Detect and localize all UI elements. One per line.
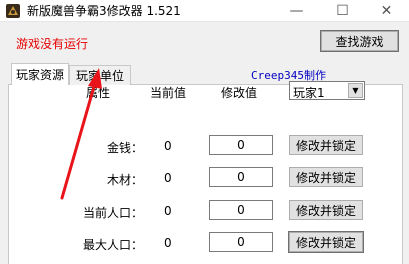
tab-player-units[interactable]: 玩家单位 [69,65,131,85]
minimize-icon: — [289,3,304,19]
current-gold: 0 [164,139,172,153]
label-gold: 金钱： [106,141,143,155]
window-title: 新版魔兽争霸3修改器 1.521 [27,4,181,18]
lock-max-population-button[interactable]: 修改并锁定 [289,232,363,252]
label-max-population: 最大人口： [82,238,143,252]
player-select[interactable]: 玩家1 ▼ [289,81,365,100]
current-population-input[interactable]: 0 [209,200,273,220]
maximize-icon: ☐ [336,3,349,19]
max-population-input[interactable]: 0 [209,232,273,252]
lumber-input[interactable]: 0 [209,167,273,187]
tab-player-resources[interactable]: 玩家资源 [11,63,69,85]
header-current-value: 当前值 [150,86,187,100]
close-icon: ✕ [380,3,393,19]
lock-lumber-button[interactable]: 修改并锁定 [289,167,363,187]
label-lumber: 木材： [106,173,143,187]
current-max-population: 0 [164,236,172,250]
app-icon [6,4,20,18]
find-game-button[interactable]: 查找游戏 [321,31,398,51]
minimize-button[interactable]: — [274,0,319,22]
header-modify-value: 修改值 [221,86,258,100]
lock-gold-button[interactable]: 修改并锁定 [289,135,363,155]
gold-input[interactable]: 0 [209,135,273,155]
current-lumber: 0 [164,171,172,185]
dropdown-arrow-icon[interactable]: ▼ [348,83,363,98]
header-attribute: 属性 [86,86,111,100]
title-bar: 新版魔兽争霸3修改器 1.521 — ☐ ✕ [0,0,409,22]
close-button[interactable]: ✕ [364,0,409,22]
current-current-population: 0 [164,204,172,218]
player-select-value: 玩家1 [293,86,325,100]
label-current-population: 当前人口： [82,206,143,220]
maximize-button[interactable]: ☐ [320,0,365,22]
game-status-text: 游戏没有运行 [16,37,89,51]
lock-current-population-button[interactable]: 修改并锁定 [289,200,363,220]
